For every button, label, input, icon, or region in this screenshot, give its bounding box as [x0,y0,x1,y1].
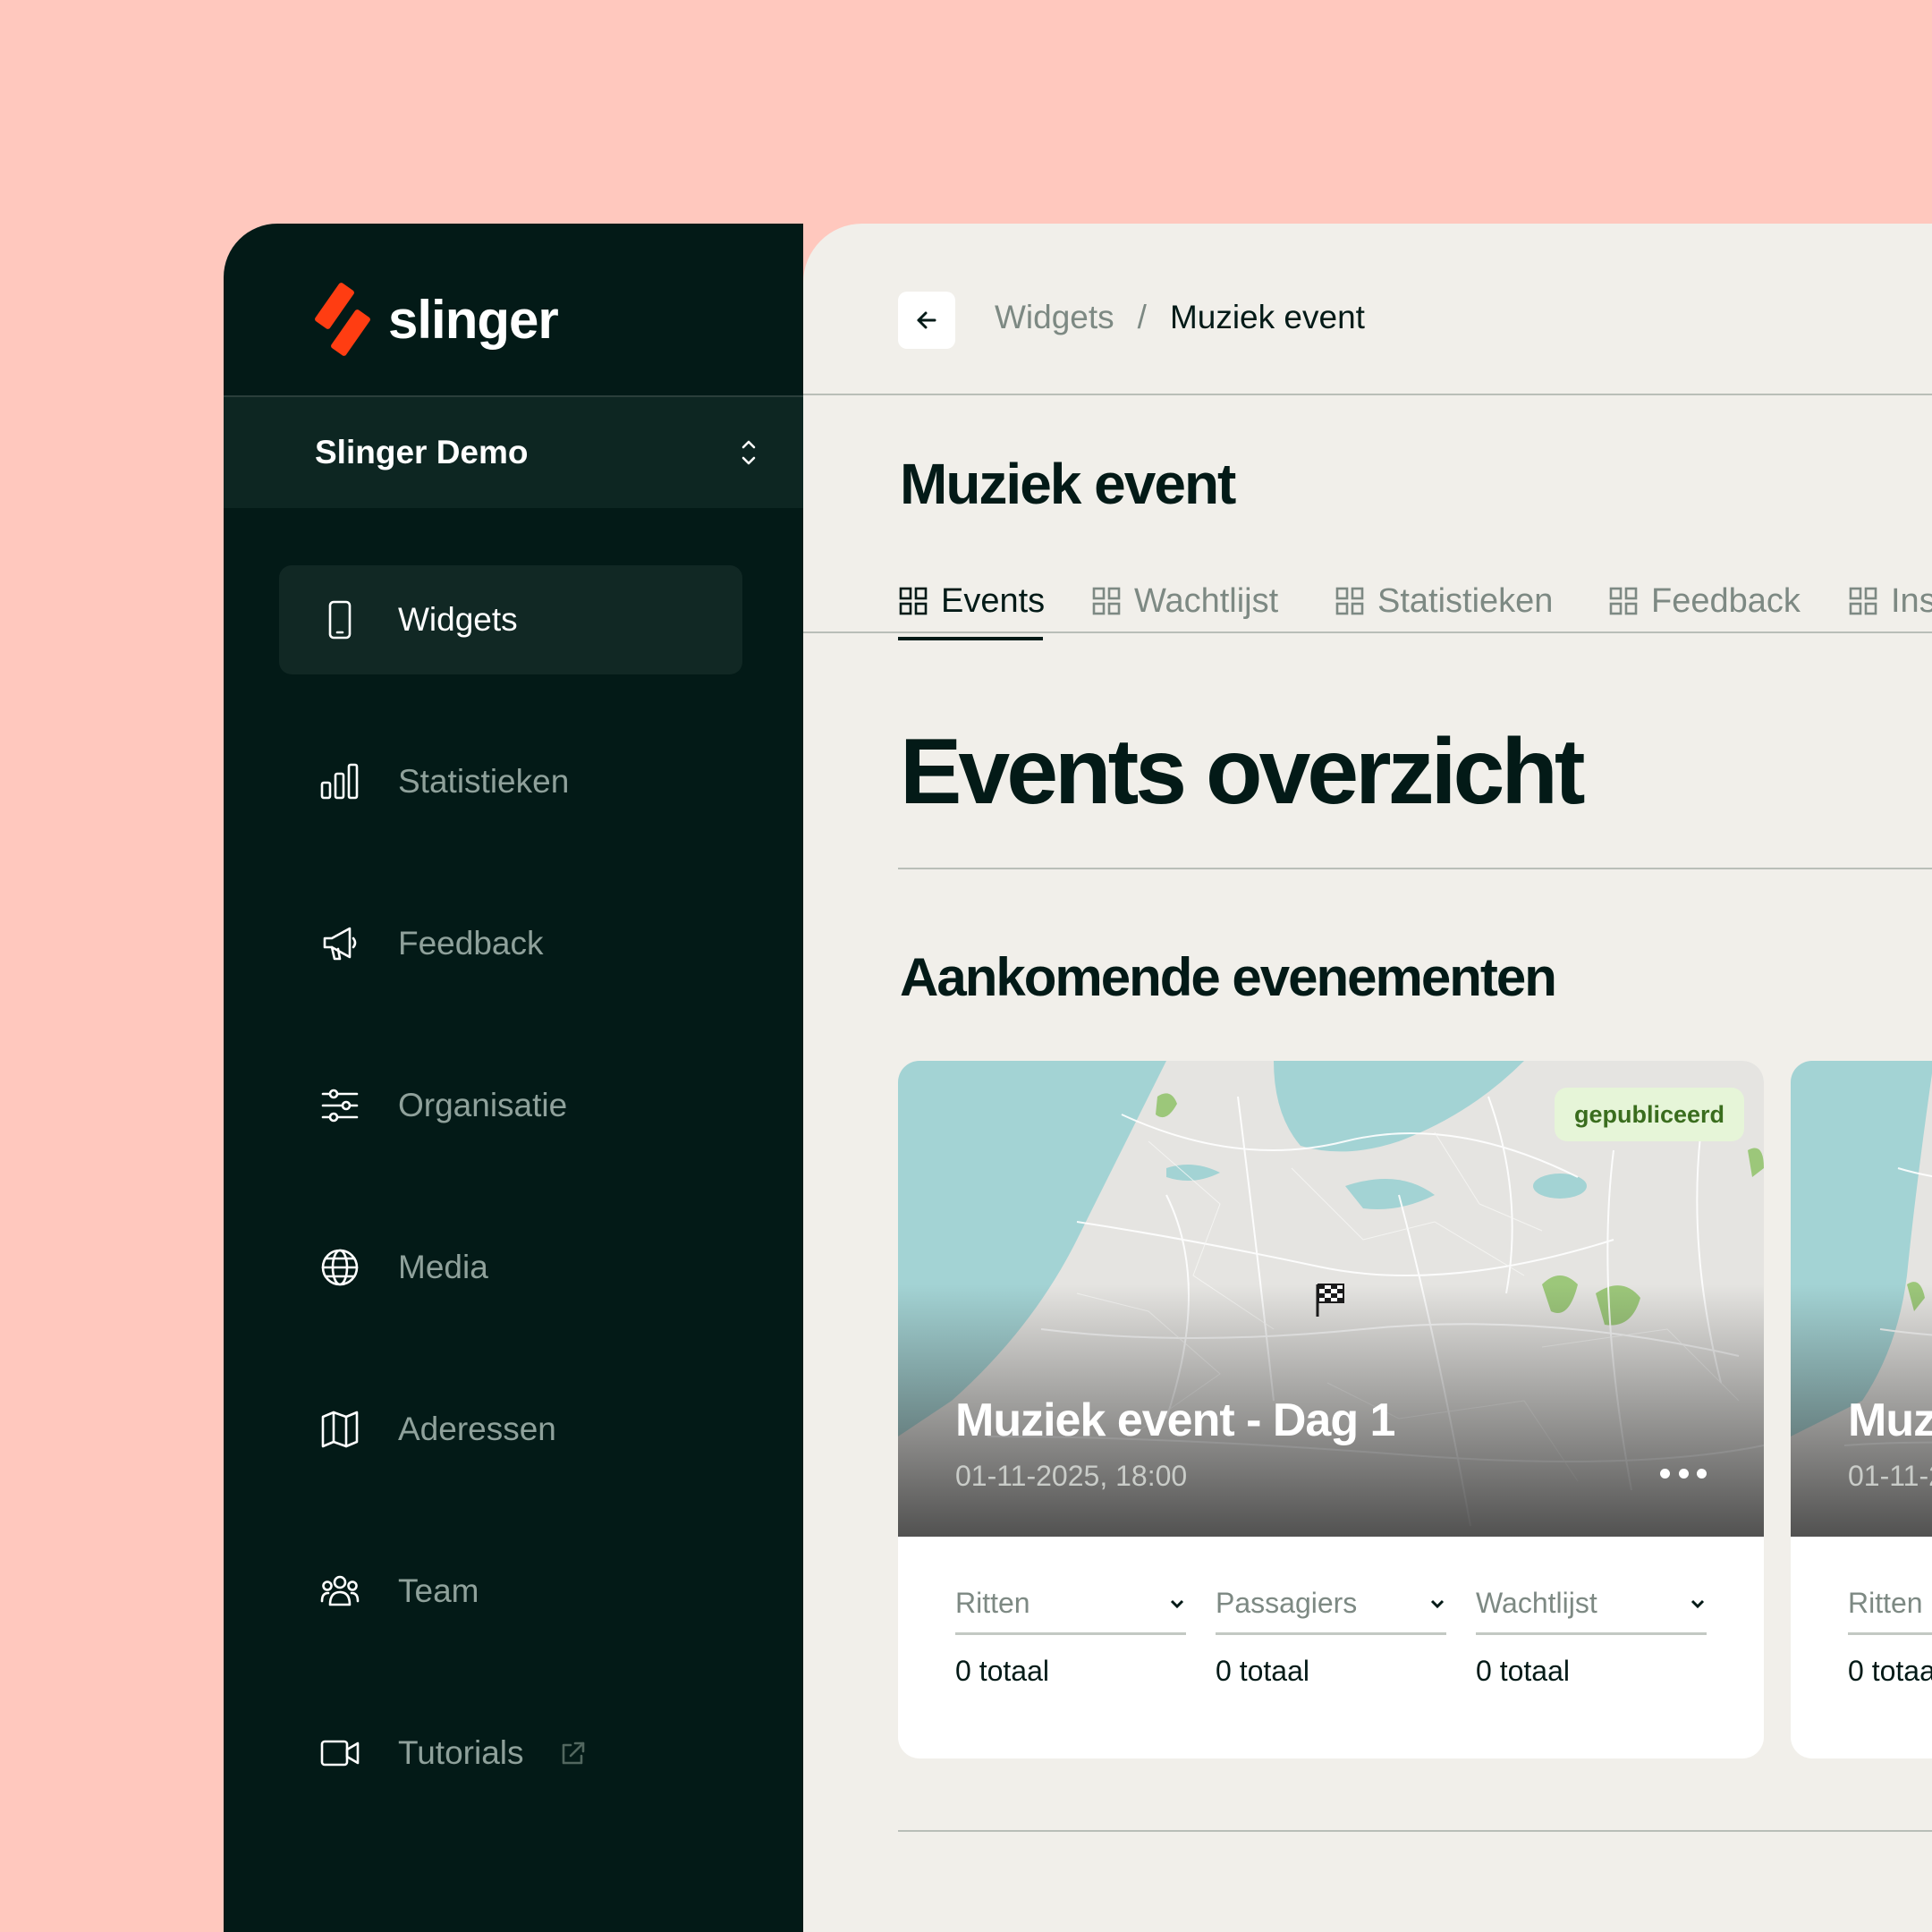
sidebar: slinger Slinger Demo Widgets Statistieke… [224,224,803,1932]
divider [898,868,1932,869]
grid-icon [1091,586,1122,616]
brand-logo[interactable]: slinger [311,279,559,360]
grid-icon [898,586,928,616]
sidebar-item-label: Team [398,1572,479,1609]
event-title: Muz [1848,1394,1932,1446]
sidebar-item-label: Media [398,1249,488,1285]
tab-label: Ins [1891,581,1932,620]
stat-label: Passagiers [1216,1587,1358,1619]
smartphone-icon [319,599,360,640]
finish-flag-icon [1315,1281,1345,1318]
back-button[interactable] [898,292,955,349]
sidebar-item-team[interactable]: Team [279,1537,742,1646]
chevron-down-icon [1170,1599,1184,1608]
sidebar-item-label: Feedback [398,925,544,962]
section-subtitle: Aankomende evenementen [900,947,1557,1007]
sidebar-item-label: Tutorials [398,1734,524,1771]
event-date: 01-11-2025, 18:00 [955,1460,1188,1492]
stat-wachtlijst: Wachtlijst 0 totaal [1476,1581,1707,1688]
org-name: Slinger Demo [315,434,529,470]
sidebar-item-widgets[interactable]: Widgets [279,565,742,674]
stat-dropdown[interactable]: Passagiers [1216,1581,1446,1635]
tab-bar: Events Wachtlijst Statistieken Feedback … [803,551,1932,633]
sidebar-item-label: Statistieken [398,763,570,800]
divider [898,1830,1932,1832]
main-content: Widgets / Muziek event Muziek event Even… [803,224,1932,1932]
chevron-down-icon [1430,1599,1445,1608]
megaphone-icon [319,923,360,964]
stat-value: 0 totaa [1848,1655,1932,1687]
globe-icon [319,1247,360,1288]
stat-ritten: Ritten 0 totaa [1848,1581,1932,1688]
event-card[interactable]: Muz 01-11-2 Ritten 0 totaa [1791,1061,1932,1758]
breadcrumb-parent[interactable]: Widgets [995,299,1114,336]
page-title: Muziek event [900,452,1236,516]
sidebar-item-label: Organisatie [398,1087,568,1123]
org-switcher[interactable]: Slinger Demo [224,395,803,508]
breadcrumb-separator: / [1137,299,1147,335]
stat-value: 0 totaal [1476,1655,1570,1687]
map-icon [319,1409,360,1450]
stat-dropdown[interactable]: Ritten [955,1581,1186,1635]
tab-statistieken[interactable]: Statistieken [1335,574,1553,628]
tab-label: Wachtlijst [1134,581,1279,620]
external-link-icon [558,1739,587,1767]
tab-label: Statistieken [1377,581,1554,620]
sidebar-item-organisatie[interactable]: Organisatie [279,1051,742,1160]
stat-label: Ritten [955,1587,1030,1619]
tab-label: Feedback [1651,581,1801,620]
arrow-left-icon [917,311,936,329]
stat-label: Ritten [1848,1587,1923,1619]
event-card[interactable]: gepubliceerd Muziek event - Dag 1 01-11-… [898,1061,1764,1758]
event-map: gepubliceerd Muziek event - Dag 1 01-11-… [898,1061,1764,1537]
tab-label: Events [941,581,1046,620]
event-stats: Ritten 0 totaal Passagiers 0 totaal Wach… [955,1581,1707,1688]
stat-value: 0 totaal [1216,1655,1309,1687]
stat-dropdown[interactable]: Wachtlijst [1476,1581,1707,1635]
sidebar-item-media[interactable]: Media [279,1213,742,1322]
breadcrumb: Widgets / Muziek event [995,299,1365,336]
tab-ins[interactable]: Ins [1848,574,1932,628]
sidebar-item-aderessen[interactable]: Aderessen [279,1375,742,1484]
sidebar-item-label: Widgets [398,601,518,638]
stat-dropdown[interactable]: Ritten [1848,1581,1932,1635]
grid-icon [1848,586,1878,616]
event-date: 01-11-2 [1848,1460,1932,1492]
stat-passagiers: Passagiers 0 totaal [1216,1581,1446,1688]
event-title: Muziek event - Dag 1 [955,1394,1395,1446]
grid-icon [1608,586,1639,616]
sidebar-item-feedback[interactable]: Feedback [279,889,742,998]
active-tab-indicator [898,637,1043,640]
video-icon [319,1733,360,1774]
sidebar-item-label: Aderessen [398,1411,556,1447]
sidebar-nav: Widgets Statistieken Feedback Organisati… [279,565,742,1860]
grid-icon [1335,586,1365,616]
breadcrumb-current: Muziek event [1169,299,1365,335]
sidebar-item-tutorials[interactable]: Tutorials [279,1699,742,1808]
top-bar: Widgets / Muziek event [803,224,1932,395]
bar-chart-icon [319,761,360,802]
section-title: Events overzicht [900,720,1586,824]
chevron-down-icon [1690,1599,1705,1608]
brand-name: slinger [388,289,559,350]
chevron-up-down-icon [739,436,758,469]
event-stats: Ritten 0 totaa [1848,1581,1932,1688]
users-icon [319,1571,360,1612]
more-options-icon[interactable] [1660,1469,1707,1483]
stat-label: Wachtlijst [1476,1587,1597,1619]
sidebar-item-statistieken[interactable]: Statistieken [279,727,742,836]
event-map: Muz 01-11-2 [1791,1061,1932,1537]
stat-value: 0 totaal [955,1655,1049,1687]
tab-wachtlijst[interactable]: Wachtlijst [1091,574,1278,628]
app-window: slinger Slinger Demo Widgets Statistieke… [224,224,1932,1932]
status-badge: gepubliceerd [1555,1088,1745,1141]
stat-ritten: Ritten 0 totaal [955,1581,1186,1688]
slinger-logo-icon [311,279,374,360]
sliders-icon [319,1085,360,1126]
tab-events[interactable]: Events [898,574,1045,628]
tab-feedback[interactable]: Feedback [1608,574,1801,628]
